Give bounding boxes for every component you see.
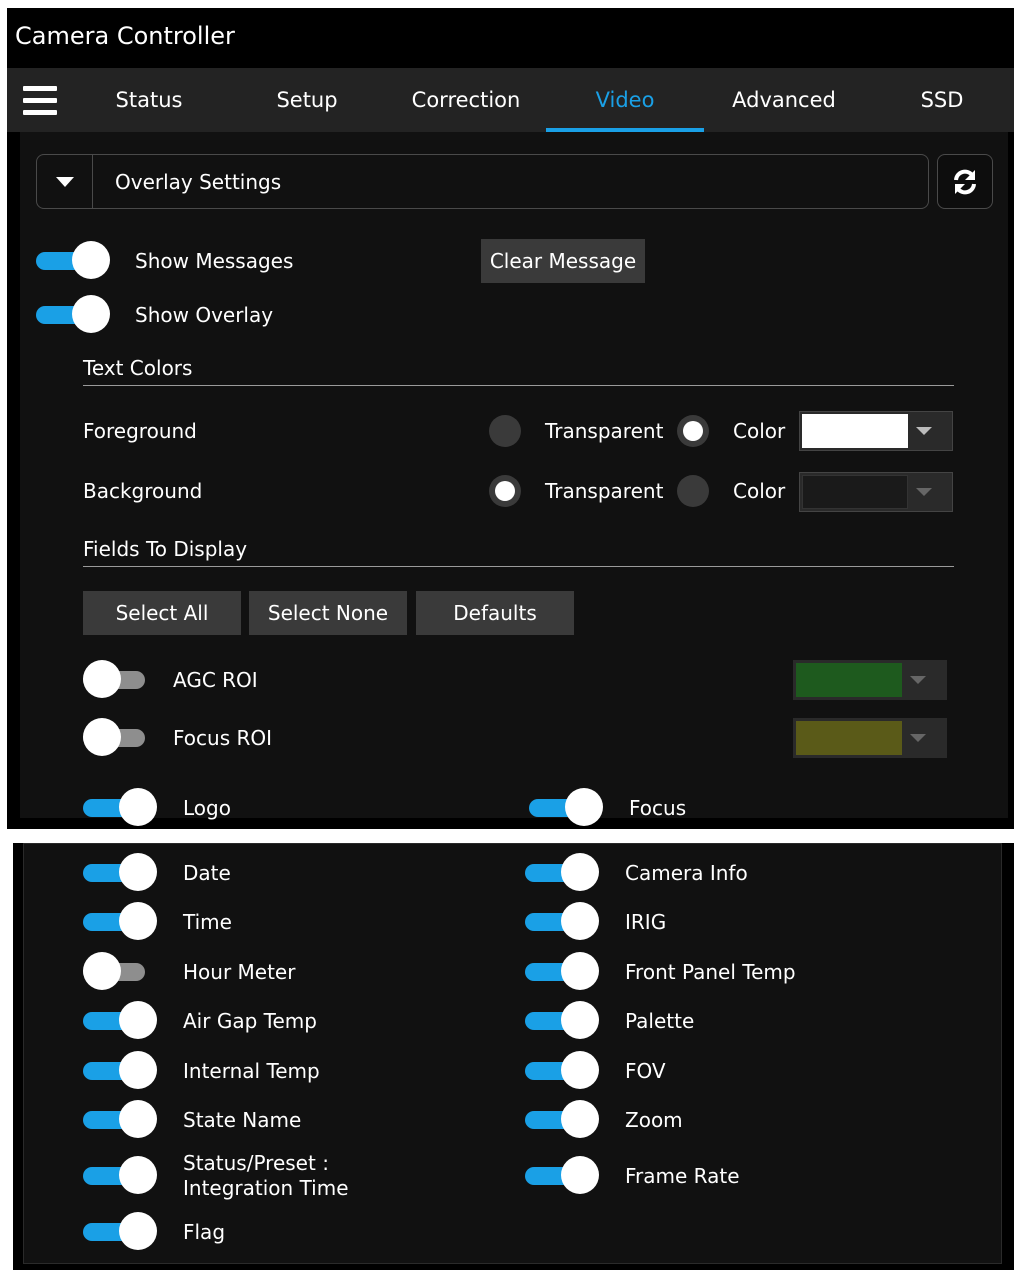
air-gap-temp-toggle[interactable] <box>83 1001 159 1041</box>
collapse-button[interactable] <box>37 155 93 208</box>
show-messages-toggle[interactable] <box>36 241 112 281</box>
fields-to-display-section: Fields To Display <box>83 535 954 567</box>
overlay-settings-panel: Overlay Settings Show Messages Clear Mes… <box>20 132 1008 826</box>
foreground-transparent-radio[interactable] <box>489 415 521 447</box>
zoom-label: Zoom <box>625 1108 683 1132</box>
palette-toggle[interactable] <box>525 1001 601 1041</box>
hamburger-icon[interactable] <box>23 86 57 116</box>
hour-meter-toggle[interactable] <box>83 952 159 992</box>
flag-label: Flag <box>183 1220 226 1244</box>
foreground-color-radio[interactable] <box>677 415 709 447</box>
background-transparent-label: Transparent <box>545 479 664 503</box>
state-name-toggle[interactable] <box>83 1100 159 1140</box>
flag-toggle[interactable] <box>83 1212 159 1252</box>
overlay-settings-header: Overlay Settings <box>36 154 929 209</box>
chevron-down-icon <box>910 676 926 684</box>
select-all-button[interactable]: Select All <box>83 591 241 635</box>
irig-label: IRIG <box>625 910 667 934</box>
text-colors-section: Text Colors <box>83 354 954 386</box>
internal-temp-label: Internal Temp <box>183 1059 320 1083</box>
refresh-icon <box>954 169 976 195</box>
background-color-radio[interactable] <box>677 475 709 507</box>
focus-toggle[interactable] <box>529 788 605 828</box>
agc-roi-color-picker[interactable] <box>793 660 947 700</box>
foreground-color-picker[interactable] <box>799 411 953 451</box>
overlay-settings-title: Overlay Settings <box>115 170 282 194</box>
logo-label: Logo <box>183 796 231 820</box>
agc-roi-toggle[interactable] <box>83 660 159 700</box>
app-title: Camera Controller <box>15 22 235 50</box>
tab-video[interactable]: Video <box>546 68 704 132</box>
status-preset-integration-time-toggle[interactable] <box>83 1156 159 1196</box>
focus-label: Focus <box>629 796 687 820</box>
front-panel-temp-toggle[interactable] <box>525 952 601 992</box>
refresh-button[interactable] <box>937 154 993 209</box>
chevron-down-icon <box>916 488 932 496</box>
caret-down-icon <box>56 177 74 187</box>
irig-toggle[interactable] <box>525 902 601 942</box>
tab-correction[interactable]: Correction <box>387 68 545 132</box>
camera-controller-window: Camera Controller Status Setup Correctio… <box>7 8 1014 829</box>
frame-rate-toggle[interactable] <box>525 1156 601 1196</box>
background-color-picker[interactable] <box>799 472 953 512</box>
camera-info-toggle[interactable] <box>525 853 601 893</box>
background-transparent-radio[interactable] <box>489 475 521 507</box>
chevron-down-icon <box>916 427 932 435</box>
background-label: Background <box>83 479 203 503</box>
fields-continued-window: Date Time Hour Meter Air Gap Temp Intern… <box>13 843 1014 1270</box>
date-label: Date <box>183 861 231 885</box>
state-name-label: State Name <box>183 1108 302 1132</box>
time-label: Time <box>183 910 232 934</box>
show-overlay-label: Show Overlay <box>135 303 274 327</box>
fov-label: FOV <box>625 1059 666 1083</box>
select-none-button[interactable]: Select None <box>249 591 407 635</box>
text-colors-title: Text Colors <box>83 356 193 380</box>
tab-advanced[interactable]: Advanced <box>705 68 863 132</box>
chevron-down-icon <box>910 734 926 742</box>
time-toggle[interactable] <box>83 902 159 942</box>
internal-temp-toggle[interactable] <box>83 1051 159 1091</box>
fields-continued-panel: Date Time Hour Meter Air Gap Temp Intern… <box>23 843 1002 1264</box>
focus-roi-color-picker[interactable] <box>793 718 947 758</box>
background-color-label: Color <box>733 479 786 503</box>
show-messages-label: Show Messages <box>135 249 294 273</box>
hour-meter-label: Hour Meter <box>183 960 296 984</box>
date-toggle[interactable] <box>83 853 159 893</box>
foreground-label: Foreground <box>83 419 197 443</box>
defaults-button[interactable]: Defaults <box>416 591 574 635</box>
tab-status[interactable]: Status <box>70 68 228 132</box>
tab-ssd[interactable]: SSD <box>863 68 1014 132</box>
front-panel-temp-label: Front Panel Temp <box>625 960 796 984</box>
foreground-color-label: Color <box>733 419 786 443</box>
focus-roi-label: Focus ROI <box>173 726 273 750</box>
foreground-transparent-label: Transparent <box>545 419 664 443</box>
palette-label: Palette <box>625 1009 695 1033</box>
tab-bar: Status Setup Correction Video Advanced S… <box>7 68 1014 132</box>
fields-to-display-title: Fields To Display <box>83 537 248 561</box>
air-gap-temp-label: Air Gap Temp <box>183 1009 317 1033</box>
logo-toggle[interactable] <box>83 788 159 828</box>
camera-info-label: Camera Info <box>625 861 748 885</box>
tab-setup[interactable]: Setup <box>228 68 386 132</box>
focus-roi-toggle[interactable] <box>83 718 159 758</box>
status-preset-integration-time-label: Status/Preset : Integration Time <box>183 1151 349 1200</box>
frame-rate-label: Frame Rate <box>625 1164 740 1188</box>
zoom-toggle[interactable] <box>525 1100 601 1140</box>
show-overlay-toggle[interactable] <box>36 295 112 335</box>
title-bar: Camera Controller <box>7 8 1014 66</box>
agc-roi-label: AGC ROI <box>173 668 258 692</box>
clear-message-button[interactable]: Clear Message <box>481 239 645 283</box>
fov-toggle[interactable] <box>525 1051 601 1091</box>
